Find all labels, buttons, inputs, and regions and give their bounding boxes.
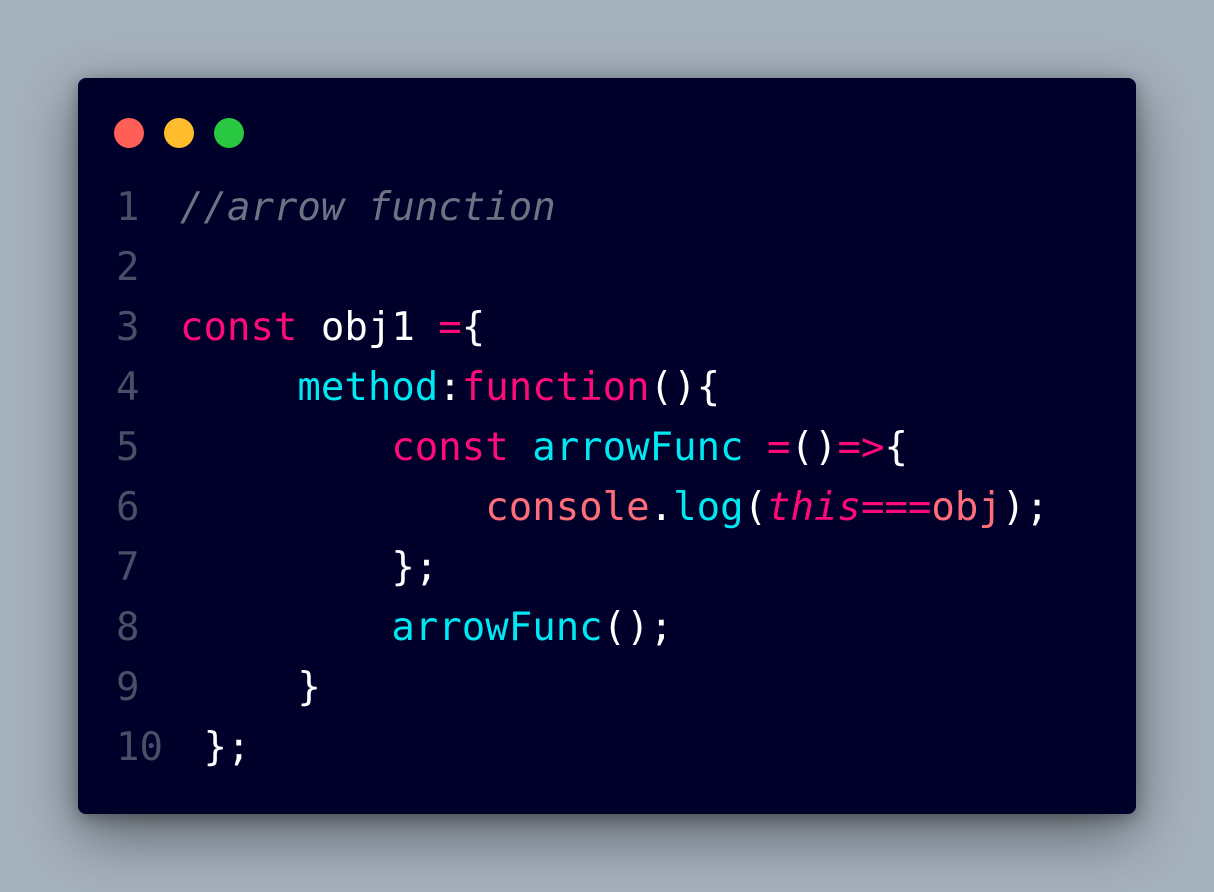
code-line: 8 arrowFunc(); [78,598,1136,658]
code-token: obj [931,485,1002,530]
line-number: 5 [116,425,140,470]
code-token: = [438,305,462,350]
code-token: (){ [649,365,721,410]
code-line: 4 method:function(){ [78,358,1136,418]
line-number: 2 [116,245,140,290]
line-number: 6 [116,485,140,530]
code-token: ( [743,485,768,530]
minimize-dot[interactable] [164,118,194,148]
code-line: 9 } [78,658,1136,718]
line-number: 4 [116,365,140,410]
code-line: 6 console.log(this===obj); [78,478,1136,538]
line-number: 9 [116,665,140,710]
code-token: arrowFunc [391,605,603,650]
code-line: 2 [78,238,1136,298]
code-token: } [297,665,321,710]
code-token: obj1 [297,305,439,350]
code-token: (); [602,605,674,650]
code-line: 10 }; [78,718,1136,778]
line-source[interactable]: method:function(){ [180,358,720,418]
close-dot[interactable] [114,118,144,148]
code-token: { [884,425,908,470]
code-token: : [438,365,462,410]
code-line: 3 const obj1 ={ [78,298,1136,358]
code-token: //arrow function [180,185,556,230]
line-source[interactable]: //arrow function [180,178,556,238]
code-token: arrowFunc [532,425,744,470]
code-token: method [297,365,439,410]
code-token: ); [1001,485,1049,530]
code-editor: 1//arrow function 2 3 const obj1 ={4 method… [78,178,1136,778]
code-token: { [461,305,486,350]
line-source[interactable]: }; [180,538,438,598]
line-number: 7 [116,545,140,590]
code-line: 5 const arrowFunc =()=>{ [78,418,1136,478]
code-token: const [391,425,509,470]
code-token: }; [203,725,251,770]
line-source[interactable]: const obj1 ={ [180,298,485,358]
line-number: 10 [116,725,163,770]
line-source[interactable]: } [180,658,321,718]
line-source[interactable]: arrowFunc(); [180,598,673,658]
maximize-dot[interactable] [214,118,244,148]
code-token: log [673,485,744,530]
code-token: . [649,485,674,530]
code-token: console [485,485,650,530]
line-source[interactable]: console.log(this===obj); [180,478,1049,538]
line-source[interactable]: const arrowFunc =()=>{ [180,418,908,478]
code-window: 1//arrow function 2 3 const obj1 ={4 method… [78,78,1136,814]
code-token: => [837,425,885,470]
window-controls [114,118,244,148]
code-token: function [461,365,650,410]
code-line: 7 }; [78,538,1136,598]
line-number: 8 [116,605,140,650]
code-token: () [790,425,838,470]
code-token: this [767,485,861,530]
line-number: 3 [116,305,140,350]
line-source[interactable]: }; [180,718,250,778]
code-token: const [180,305,298,350]
line-number: 1 [116,185,140,230]
code-line: 1 //arrow function [78,178,1136,238]
code-token: === [860,485,932,530]
code-token: }; [391,545,439,590]
code-token: = [767,425,791,470]
